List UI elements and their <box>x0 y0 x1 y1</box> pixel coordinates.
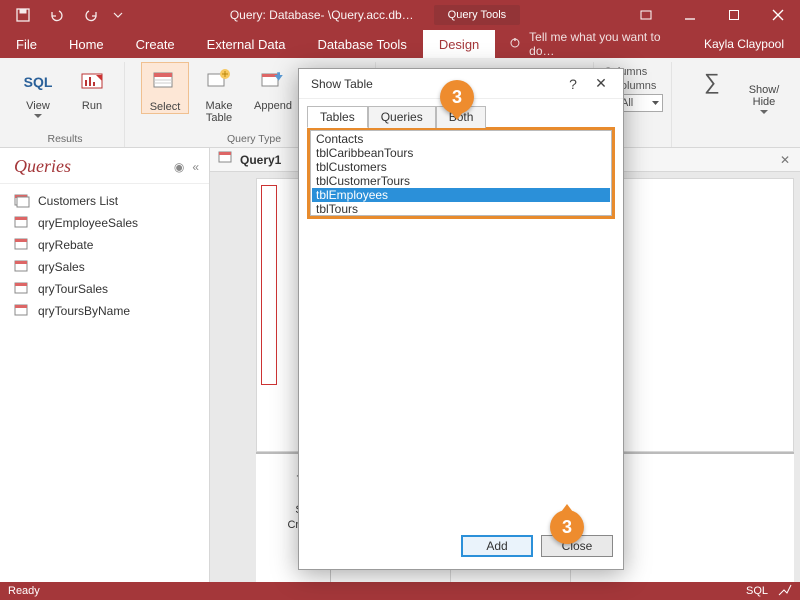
query-icon <box>218 151 234 168</box>
status-text: Ready <box>8 585 40 597</box>
redo-icon[interactable] <box>76 3 106 27</box>
maximize-icon[interactable] <box>712 0 756 30</box>
sigma-icon: ∑ <box>696 66 728 98</box>
dialog-close-icon[interactable]: ✕ <box>587 75 615 92</box>
nav-item-label: Customers List <box>38 194 118 208</box>
document-tab-label[interactable]: Query1 <box>240 153 281 167</box>
table-placeholder[interactable] <box>261 185 277 385</box>
dialog-tab-tables[interactable]: Tables <box>307 106 368 128</box>
nav-filter-icon[interactable]: ◉ <box>174 160 184 174</box>
undo-icon[interactable] <box>42 3 72 27</box>
window-title: Query: Database- \Query.acc.db… <box>230 8 414 22</box>
show-table-dialog: Show Table ? ✕ Tables Queries Both Conta… <box>298 68 624 570</box>
dialog-tab-queries[interactable]: Queries <box>368 106 436 128</box>
window-controls <box>624 0 800 30</box>
list-item[interactable]: tblCaribbeanTours <box>312 146 610 160</box>
sql-icon: SQL <box>22 66 54 98</box>
nav-collapse-icon[interactable]: « <box>184 160 199 174</box>
ribbon-display-options-icon[interactable] <box>624 0 668 30</box>
menu-bar: File Home Create External Data Database … <box>0 30 800 58</box>
append-button[interactable]: Append <box>249 62 297 112</box>
title-bar: Query: Database- \Query.acc.db… Query To… <box>0 0 800 30</box>
ribbon-group-label: Query Type <box>227 133 281 147</box>
make-table-icon <box>203 66 235 98</box>
tab-design[interactable]: Design <box>423 30 495 58</box>
dialog-title: Show Table <box>311 77 373 91</box>
callout-3-top: 3 <box>440 80 474 114</box>
tables-listbox[interactable]: Contacts tblCaribbeanTours tblCustomers … <box>310 130 612 216</box>
view-button[interactable]: SQL View <box>14 62 62 119</box>
list-item[interactable]: Contacts <box>312 132 610 146</box>
document-close-icon[interactable]: ✕ <box>770 153 800 167</box>
nav-item[interactable]: qryToursByName <box>0 300 209 322</box>
tab-home[interactable]: Home <box>53 30 120 58</box>
list-item-selected[interactable]: tblEmployees <box>312 188 610 202</box>
nav-item-label: qryToursByName <box>38 304 130 318</box>
tab-file[interactable]: File <box>0 30 53 58</box>
list-item[interactable]: tblTours <box>312 202 610 216</box>
dialog-help-icon[interactable]: ? <box>559 76 587 92</box>
tell-me-placeholder: Tell me what you want to do… <box>529 30 688 58</box>
nav-item[interactable]: qryTourSales <box>0 278 209 300</box>
query-icon <box>14 260 30 274</box>
ribbon-group-results: SQL View Run Results <box>6 62 125 147</box>
ribbon-group-showhide: ∑ Show/ Hide <box>680 62 794 147</box>
select-query-button[interactable]: Select <box>141 62 189 114</box>
nav-item[interactable]: Customers List <box>0 190 209 212</box>
minimize-icon[interactable] <box>668 0 712 30</box>
nav-item[interactable]: qryRebate <box>0 234 209 256</box>
nav-item[interactable]: qryEmployeeSales <box>0 212 209 234</box>
run-button[interactable]: Run <box>68 62 116 112</box>
nav-item[interactable]: qrySales <box>0 256 209 278</box>
quick-access-toolbar <box>0 3 126 27</box>
save-icon[interactable] <box>8 3 38 27</box>
close-icon[interactable] <box>756 0 800 30</box>
run-icon <box>76 66 108 98</box>
view-sql-button[interactable]: SQL <box>746 585 768 597</box>
query-icon <box>14 238 30 252</box>
query-icon <box>14 216 30 230</box>
navigation-list: Customers List qryEmployeeSales qryRebat… <box>0 184 209 328</box>
make-table-button[interactable]: Make Table <box>195 62 243 124</box>
tab-external-data[interactable]: External Data <box>191 30 302 58</box>
query-icon <box>14 304 30 318</box>
nav-item-label: qryEmployeeSales <box>38 216 138 230</box>
list-item[interactable]: tblCustomerTours <box>312 174 610 188</box>
navigation-pane-title: Queries <box>14 156 174 177</box>
tab-create[interactable]: Create <box>120 30 191 58</box>
dialog-list-highlight: Contacts tblCaribbeanTours tblCustomers … <box>307 127 615 219</box>
nav-item-label: qryRebate <box>38 238 93 252</box>
append-icon <box>257 66 289 98</box>
title-center: Query: Database- \Query.acc.db… Query To… <box>126 5 624 25</box>
tell-me-search[interactable]: Tell me what you want to do… <box>495 30 688 58</box>
user-name[interactable]: Kayla Claypool <box>688 30 800 58</box>
totals-button[interactable]: ∑ <box>688 62 736 98</box>
status-bar: Ready SQL <box>0 582 800 600</box>
callout-3-bottom: 3 <box>550 510 584 544</box>
contextual-tab-label: Query Tools <box>434 5 521 25</box>
query-icon <box>14 194 30 208</box>
navigation-pane: Queries ◉ « Customers List qryEmployeeSa… <box>0 148 210 582</box>
add-button[interactable]: Add <box>461 535 533 557</box>
show-hide-button[interactable]: Show/ Hide <box>742 62 786 115</box>
nav-item-label: qrySales <box>38 260 85 274</box>
view-design-button[interactable] <box>778 584 792 599</box>
qat-customize-icon[interactable] <box>110 3 126 27</box>
select-query-icon <box>149 67 181 99</box>
query-icon <box>14 282 30 296</box>
nav-item-label: qryTourSales <box>38 282 108 296</box>
list-item[interactable]: tblCustomers <box>312 160 610 174</box>
ribbon-group-label: Results <box>47 133 82 147</box>
tab-database-tools[interactable]: Database Tools <box>301 30 422 58</box>
